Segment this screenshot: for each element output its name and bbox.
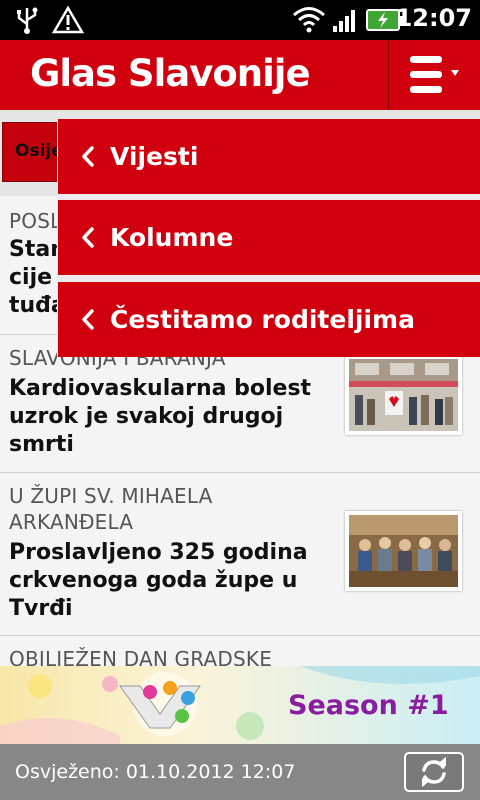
chevron-left-icon (82, 227, 94, 248)
app-title: Glas Slavonije (30, 52, 311, 95)
menu-item-label: Kolumne (110, 223, 234, 252)
last-refreshed-label: Osvježeno: 01.10.2012 12:07 (15, 761, 296, 783)
banner-text: Season #1 (288, 690, 449, 721)
menu-item-label: Čestitamo roditeljima (110, 305, 415, 334)
tab-osijek[interactable]: Osijek (2, 122, 62, 182)
ad-banner-graphic: Season #1 (0, 666, 480, 744)
warning-icon (52, 6, 84, 34)
app-bar: Glas Slavonije (0, 40, 480, 110)
menu-button[interactable] (389, 40, 480, 110)
article-thumbnail (345, 355, 462, 435)
menu-item-vijesti[interactable]: Vijesti (58, 119, 480, 194)
chevron-left-icon (82, 309, 94, 330)
signal-icon (333, 10, 355, 32)
menu-item-kolumne[interactable]: Kolumne (58, 200, 480, 275)
status-bar: 12:07 (0, 0, 480, 40)
chevron-left-icon (82, 146, 94, 167)
crowd-photo (349, 359, 458, 431)
article-category: POSL (9, 209, 62, 233)
refresh-button[interactable] (404, 752, 464, 792)
dropdown-menu: Vijesti Kolumne Čestitamo roditeljima (57, 119, 480, 357)
article-category: U ŽUPI SV. MIHAELA ARKANĐELA (9, 484, 213, 534)
status-clock: 12:07 (395, 4, 472, 32)
article-headline: Proslavljeno 325 godina crkvenoga goda ž… (9, 540, 308, 621)
ad-banner[interactable]: Season #1 (0, 666, 480, 744)
article-headline: Kardiovaskularna bolest uzrok je svakoj … (9, 376, 312, 457)
usb-icon (17, 7, 38, 34)
bottom-bar: Osvježeno: 01.10.2012 12:07 (0, 744, 480, 800)
menu-item-cestitamo-roditeljima[interactable]: Čestitamo roditeljima (58, 282, 480, 357)
menu-icon (410, 56, 459, 93)
article-item[interactable]: OBILJEŽEN DAN GRADSKE (0, 636, 480, 666)
wifi-icon (293, 7, 325, 33)
article-thumbnail (345, 511, 462, 591)
church-photo (349, 515, 458, 587)
refresh-icon (422, 756, 446, 788)
article-category: OBILJEŽEN DAN GRADSKE (9, 647, 273, 666)
article-item[interactable]: U ŽUPI SV. MIHAELA ARKANĐELA Proslavljen… (0, 473, 480, 636)
menu-item-label: Vijesti (110, 142, 199, 171)
